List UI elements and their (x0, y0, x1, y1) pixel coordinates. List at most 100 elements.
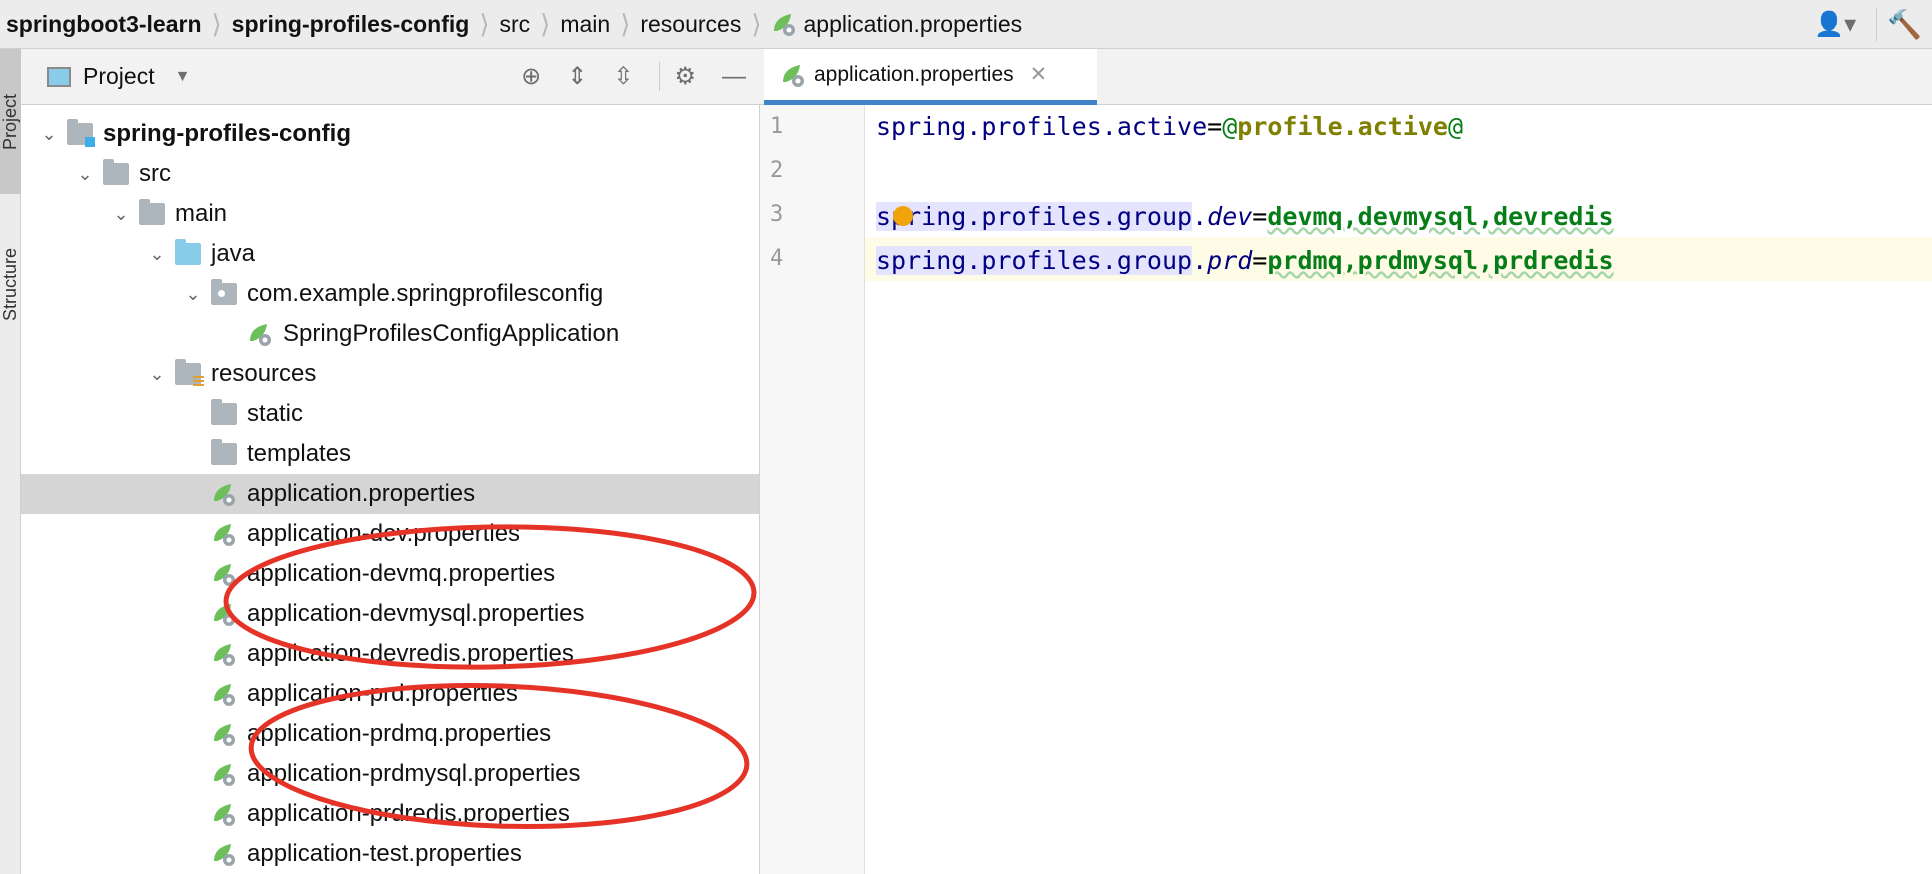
tab-application-properties[interactable]: application.properties ✕ (764, 49, 1097, 105)
tree-item[interactable]: application-devmq.properties (21, 554, 759, 594)
chevron-down-icon[interactable]: ⌄ (139, 244, 175, 265)
package-icon (211, 279, 237, 305)
code-token: prd (1207, 246, 1253, 275)
chevron-down-icon[interactable]: ▼ (175, 68, 191, 86)
tree-item[interactable]: ⌄ resources (21, 354, 759, 394)
code-token: = (1252, 202, 1268, 231)
tree-item[interactable]: application-prd.properties (21, 674, 759, 714)
code-token: @ (1222, 112, 1238, 141)
crumb-resources[interactable]: resources (640, 11, 741, 38)
code-token: . (1192, 202, 1208, 231)
gear-icon[interactable]: ⚙ (659, 62, 696, 91)
project-tree: ⌄ spring-profiles-config ⌄ src ⌄ main ⌄ java ⌄ co… (21, 105, 760, 874)
line-number: 1 (770, 114, 784, 139)
crumb-separator: ⟩ (211, 8, 222, 39)
crumb-separator: ⟩ (479, 8, 490, 39)
tree-item-label: src (139, 160, 171, 187)
tree-item[interactable]: templates (21, 434, 759, 474)
folder-icon (103, 159, 129, 185)
collapse-all-icon[interactable]: ⇳ (613, 62, 633, 91)
tree-item[interactable]: SpringProfilesConfigApplication (21, 314, 759, 354)
tree-item-label: application-prd.properties (247, 680, 518, 707)
chevron-down-icon[interactable]: ⌄ (31, 124, 67, 145)
code-token: . (1192, 246, 1208, 275)
tree-item-label: spring-profiles-config (103, 120, 351, 147)
tree-item[interactable]: application-prdmq.properties (21, 714, 759, 754)
tree-item[interactable]: ⌄ spring-profiles-config (21, 114, 759, 154)
tree-item-label: templates (247, 440, 352, 467)
resources-folder-icon (175, 359, 204, 388)
tree-item[interactable]: ⌄ src (21, 154, 759, 194)
project-view-icon (47, 66, 71, 87)
crumb-file-label: application.properties (803, 10, 1023, 37)
crumb-project[interactable]: springboot3-learn (6, 11, 202, 38)
code-token: spring.profiles.group (876, 202, 1193, 231)
spring-properties-icon (783, 64, 804, 87)
crumb-src[interactable]: src (500, 11, 531, 38)
breadcrumb: springboot3-learn ⟩ spring-profiles-confi… (0, 0, 1932, 49)
tree-item-label: application-devredis.properties (247, 640, 574, 667)
tree-item-label: application-devmysql.properties (247, 600, 585, 627)
tool-tab-project[interactable]: Project (0, 49, 21, 194)
code-line: spring.profiles.group.dev=devmq,devmysql… (876, 195, 1614, 239)
crumb-main[interactable]: main (560, 11, 610, 38)
chevron-down-icon[interactable]: ⌄ (103, 204, 139, 225)
tree-item-label: SpringProfilesConfigApplication (283, 320, 620, 347)
tree-item-label: static (247, 400, 304, 427)
crumb-separator: ⟩ (751, 8, 762, 39)
folder-icon (139, 199, 165, 225)
project-view-selector[interactable]: Project (83, 63, 155, 90)
code-token: profile.active (1237, 112, 1448, 141)
tree-item[interactable]: ⌄ com.example.springprofilesconfig (21, 274, 759, 314)
tree-item[interactable]: application-dev.properties (21, 514, 759, 554)
expand-all-icon[interactable]: ⇕ (567, 62, 587, 91)
tree-item-label: resources (211, 360, 317, 387)
build-hammer-icon[interactable]: 🔨 (1876, 8, 1922, 41)
chevron-down-icon[interactable]: ⌄ (67, 164, 103, 185)
locate-icon[interactable]: ⊕ (521, 62, 541, 91)
spring-class-icon (247, 321, 273, 347)
folder-icon (211, 439, 237, 465)
code-token: = (1207, 112, 1223, 141)
project-panel-header: Project ▼ ⊕ ⇕ ⇳ ⚙ — (21, 49, 760, 105)
tree-item-label: application-dev.properties (247, 520, 521, 547)
tree-item[interactable]: application-test.properties (21, 834, 759, 874)
spring-properties-icon (211, 681, 237, 707)
tree-item[interactable]: application-prdmysql.properties (21, 754, 759, 794)
chevron-down-icon[interactable]: ⌄ (175, 284, 211, 305)
chevron-down-icon[interactable]: ⌄ (139, 364, 175, 385)
tool-tab-structure[interactable]: Structure (0, 209, 21, 359)
spring-properties-icon (211, 601, 237, 627)
hide-icon[interactable]: — (722, 63, 746, 91)
spring-properties-icon (774, 14, 796, 36)
crumb-separator: ⟩ (620, 8, 631, 39)
intention-bulb-icon[interactable] (893, 206, 913, 226)
line-number: 2 (770, 158, 784, 183)
tree-item[interactable]: ⌄ java (21, 234, 759, 274)
close-icon[interactable]: ✕ (1030, 62, 1048, 87)
editor-gutter: 1 2 3 4 (760, 105, 865, 874)
code-token: spring.profiles.group (876, 246, 1193, 275)
tree-item-label: application-prdmq.properties (247, 720, 552, 747)
user-icon[interactable]: 👤▾ (1814, 10, 1856, 39)
tree-item-label: main (175, 200, 228, 227)
tree-item[interactable]: application.properties (21, 474, 759, 514)
code-token: spring.profiles.active (876, 112, 1208, 141)
tree-item[interactable]: static (21, 394, 759, 434)
crumb-module[interactable]: spring-profiles-config (232, 11, 470, 38)
source-folder-icon (175, 239, 201, 265)
code-token: = (1252, 246, 1268, 275)
code-line: spring.profiles.group.prd=prdmq,prdmysql… (876, 239, 1614, 283)
code-token: prdmq,prdmysql,prdredis (1267, 246, 1614, 275)
spring-properties-icon (211, 841, 237, 867)
tree-item[interactable]: application-prdredis.properties (21, 794, 759, 834)
crumb-file[interactable]: application.properties (771, 11, 1022, 38)
tree-item[interactable]: application-devredis.properties (21, 634, 759, 674)
tree-item[interactable]: ⌄ main (21, 194, 759, 234)
spring-properties-icon (211, 721, 237, 747)
editor-tabs: application.properties ✕ (760, 49, 1932, 105)
crumb-separator: ⟩ (540, 8, 551, 39)
folder-icon (211, 399, 237, 425)
tree-item[interactable]: application-devmysql.properties (21, 594, 759, 634)
code-line: spring.profiles.active=@profile.active@ (876, 105, 1463, 149)
